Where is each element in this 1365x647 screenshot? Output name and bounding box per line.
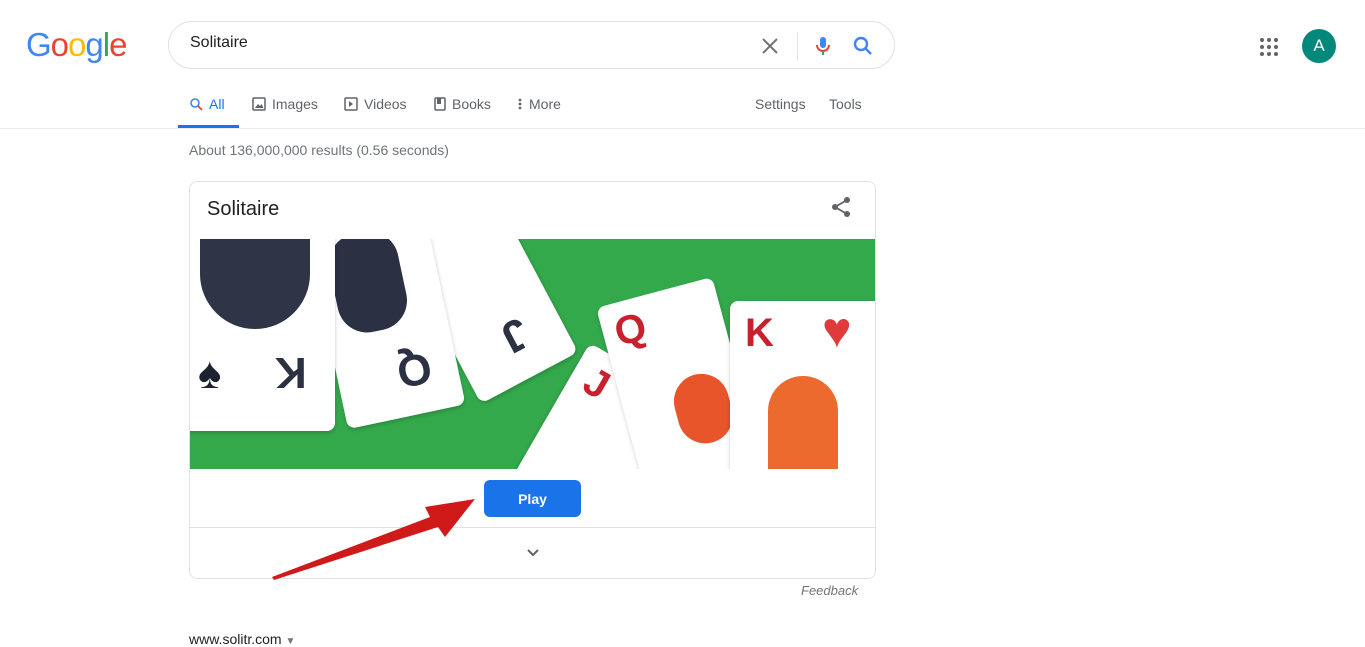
search-icon[interactable] [851,34,875,58]
playing-card: ♠ K [190,239,335,431]
chevron-down-icon[interactable] [524,544,542,562]
feedback-link[interactable]: Feedback [801,583,858,598]
book-icon [434,97,446,111]
divider [797,32,798,60]
google-logo[interactable]: Google [26,26,127,64]
annotation-arrow-icon [272,499,475,580]
tab-videos[interactable]: Videos [344,96,407,112]
video-icon [344,97,358,111]
active-tab-indicator [178,125,239,128]
avatar[interactable]: A [1302,29,1336,63]
tab-images[interactable]: Images [252,96,318,112]
card-title: Solitaire [207,198,280,220]
playing-card: K ♥ [730,301,875,469]
share-icon[interactable] [830,196,852,218]
search-box [168,21,895,69]
search-icon [190,98,203,111]
solitaire-banner[interactable]: J Q ♠ K J Q K ♥ [190,239,875,469]
mic-icon[interactable] [811,34,835,58]
close-icon[interactable] [758,34,782,58]
search-input[interactable] [190,34,750,52]
tools-link[interactable]: Tools [829,96,862,112]
result-stats: About 136,000,000 results (0.56 seconds) [189,142,449,158]
caret-down-icon[interactable]: ▼ [285,636,295,647]
tab-all[interactable]: All [189,96,225,112]
play-button[interactable]: Play [484,480,581,517]
tab-more[interactable]: More [517,96,561,112]
tab-books[interactable]: Books [434,96,491,112]
result-url[interactable]: www.solitr.com ▼ [189,631,295,647]
search-tabs: All Images Videos Books More Settings To… [0,86,1365,129]
apps-grid-icon[interactable] [1259,37,1279,57]
image-icon [252,97,266,111]
more-vert-icon [518,98,522,110]
settings-link[interactable]: Settings [755,96,806,112]
